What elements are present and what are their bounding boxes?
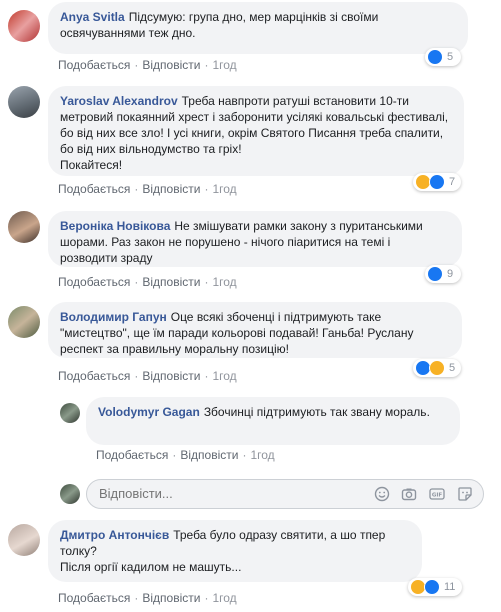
comment-text: Збочинці підтримують так звану мораль. xyxy=(203,405,430,419)
avatar[interactable] xyxy=(60,403,80,423)
reaction-count: 5 xyxy=(447,51,454,63)
comment-bubble: Дмитро Антончієв Треба було одразу святит… xyxy=(48,520,422,582)
reply-button[interactable]: Відповісти xyxy=(142,275,200,289)
avatar[interactable] xyxy=(8,524,40,556)
like-button[interactable]: Подобається xyxy=(58,58,130,72)
reply-button[interactable]: Відповісти xyxy=(142,182,200,196)
comment-author[interactable]: Anya Svitla xyxy=(60,10,125,24)
reply-button[interactable]: Відповісти xyxy=(180,448,238,462)
current-user-avatar xyxy=(60,484,80,504)
reply-box[interactable]: GIF xyxy=(86,479,484,509)
avatar[interactable] xyxy=(8,306,40,338)
comment-timestamp[interactable]: 1год xyxy=(212,591,236,605)
reply-button[interactable]: Відповісти xyxy=(142,58,200,72)
avatar[interactable] xyxy=(8,211,40,243)
reply-button[interactable]: Відповісти xyxy=(142,369,200,383)
like-reaction-icon xyxy=(427,266,443,282)
comment-author[interactable]: Володимир Гапун xyxy=(60,310,167,324)
like-button[interactable]: Подобається xyxy=(58,275,130,289)
svg-text:GIF: GIF xyxy=(432,493,443,499)
comment-author[interactable]: Yaroslav Alexandrov xyxy=(60,94,178,108)
like-reaction-icon xyxy=(429,174,445,190)
comment-bubble: Вероніка Новікова Не змішувати рамки зако… xyxy=(48,211,462,267)
reaction-summary[interactable]: 5 xyxy=(425,48,461,66)
reaction-count: 9 xyxy=(447,268,454,280)
comment-bubble: Yaroslav Alexandrov Треба навпроти ратуші… xyxy=(48,86,464,176)
like-reaction-icon xyxy=(427,49,443,65)
reaction-summary[interactable]: 9 xyxy=(425,265,461,283)
reaction-summary[interactable]: 7 xyxy=(413,173,461,191)
comment-author[interactable]: Вероніка Новікова xyxy=(60,219,170,233)
comment-timestamp[interactable]: 1год xyxy=(250,448,274,462)
camera-icon[interactable] xyxy=(401,486,417,502)
comment-author[interactable]: Дмитро Антончієв xyxy=(60,528,169,542)
comment-actions: Подобається · Відповісти · 1год xyxy=(96,448,275,462)
comment-author[interactable]: Volodymyr Gagan xyxy=(98,405,200,419)
avatar[interactable] xyxy=(8,10,40,42)
like-button[interactable]: Подобається xyxy=(58,591,130,605)
gif-icon[interactable]: GIF xyxy=(429,486,445,502)
comment-timestamp[interactable]: 1год xyxy=(212,58,236,72)
comment-bubble: Volodymyr Gagan Збочинці підтримують так … xyxy=(86,397,460,445)
reply-button[interactable]: Відповісти xyxy=(142,591,200,605)
like-button[interactable]: Подобається xyxy=(58,182,130,196)
like-reaction-icon xyxy=(424,579,440,595)
reaction-count: 11 xyxy=(444,581,456,593)
comment-actions: Подобається · Відповісти · 1год xyxy=(58,369,237,383)
sticker-icon[interactable] xyxy=(457,486,473,502)
comment-timestamp[interactable]: 1год xyxy=(212,182,236,196)
comment-actions: Подобається · Відповісти · 1год xyxy=(58,58,237,72)
reaction-summary[interactable]: 11 xyxy=(408,578,462,596)
reaction-summary[interactable]: 5 xyxy=(413,359,461,377)
comment-actions: Подобається · Відповісти · 1год xyxy=(58,275,237,289)
haha-reaction-icon xyxy=(429,360,445,376)
like-button[interactable]: Подобається xyxy=(96,448,168,462)
comment-actions: Подобається · Відповісти · 1год xyxy=(58,182,237,196)
comment-timestamp[interactable]: 1год xyxy=(212,275,236,289)
comment-timestamp[interactable]: 1год xyxy=(212,369,236,383)
comment-actions: Подобається · Відповісти · 1год xyxy=(58,591,237,605)
avatar[interactable] xyxy=(8,86,40,118)
comment-bubble: Anya Svitla Підсумую: група дно, мер марц… xyxy=(48,2,468,54)
reaction-count: 7 xyxy=(449,176,456,188)
emoji-icon[interactable] xyxy=(374,486,390,502)
comment-bubble: Володимир Гапун Оце всякі збоченці і підт… xyxy=(48,302,462,358)
like-button[interactable]: Подобається xyxy=(58,369,130,383)
reaction-count: 5 xyxy=(449,362,456,374)
reply-input[interactable] xyxy=(99,486,359,501)
